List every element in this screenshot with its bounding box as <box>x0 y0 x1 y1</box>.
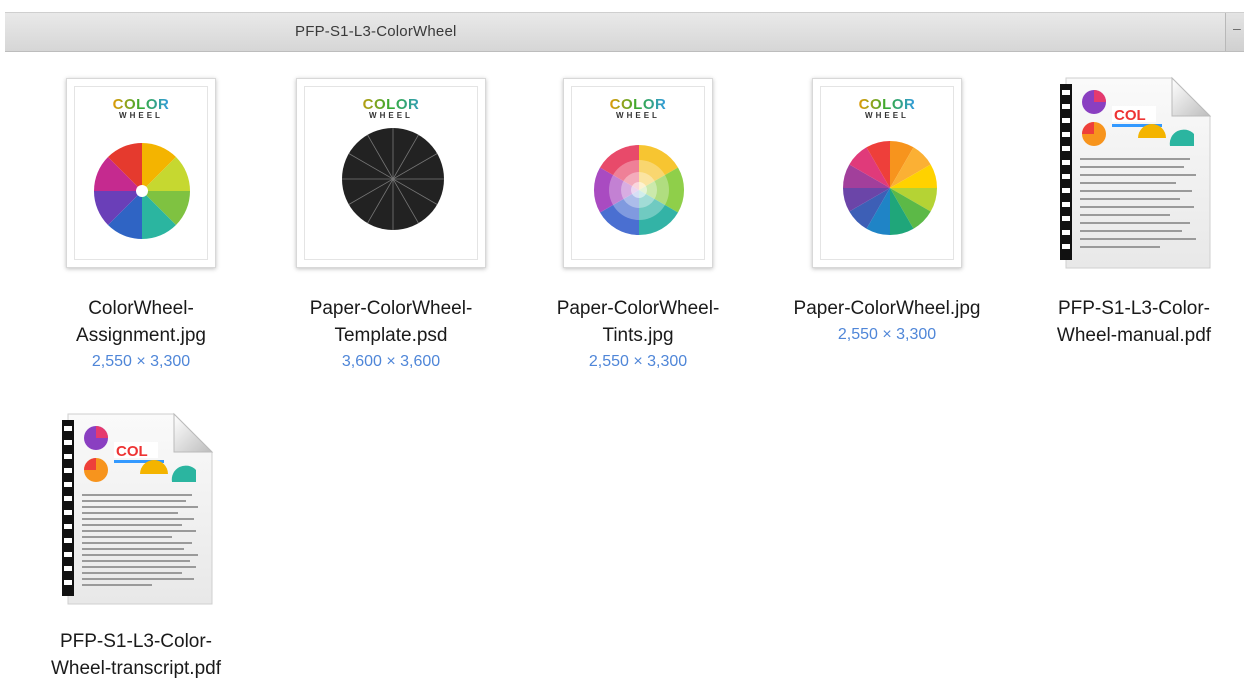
file-name-line1: ColorWheel- <box>88 298 194 319</box>
minus-icon: – <box>1233 20 1241 36</box>
file-dimensions: 2,550 × 3,300 <box>91 353 191 370</box>
blank-wheel-template <box>342 128 444 230</box>
primary-color-wheel <box>843 141 937 235</box>
file-name-line2: Template.psd <box>334 325 448 346</box>
image-thumbnail-icon: COLOR WHEEL <box>296 78 486 268</box>
file-name-line2: Wheel-transcript.pdf <box>50 658 221 679</box>
file-dimensions: 2,550 × 3,300 <box>588 353 688 370</box>
color-wheel-logo: COLOR WHEEL <box>305 97 477 120</box>
window-titlebar: PFP-S1-L3-ColorWheel – <box>5 12 1244 52</box>
color-logo-text: COL <box>116 443 148 460</box>
color-wheel-logo: COLOR WHEEL <box>821 97 953 120</box>
file-dimensions: 2,550 × 3,300 <box>837 326 937 343</box>
file-name-line2: Wheel-manual.pdf <box>1056 325 1212 346</box>
tints-color-wheel <box>593 144 685 236</box>
file-dimensions: 3,600 × 3,600 <box>341 353 441 370</box>
pdf-document-icon: COL <box>62 412 214 605</box>
file-name-line1: Paper-ColorWheel.jpg <box>793 298 981 319</box>
color-logo-text: COL <box>1114 107 1146 124</box>
window-control[interactable]: – <box>1225 13 1244 51</box>
image-thumbnail-icon: COLOR WHEEL <box>812 78 962 268</box>
photo-color-wheel <box>93 142 191 240</box>
file-name-line2: Tints.jpg <box>602 325 674 346</box>
pdf-document-icon: COL <box>1060 76 1212 269</box>
file-name-line1: PFP-S1-L3-Color- <box>1057 298 1211 319</box>
file-name-line1: Paper-ColorWheel- <box>556 298 720 319</box>
file-name-line2: Assignment.jpg <box>76 325 206 346</box>
color-wheel-logo: COLOR WHEEL <box>75 97 207 120</box>
file-name-line1: Paper-ColorWheel- <box>309 298 473 319</box>
window-title: PFP-S1-L3-ColorWheel <box>295 23 457 40</box>
file-name-line1: PFP-S1-L3-Color- <box>59 631 213 652</box>
image-thumbnail-icon: COLOR WHEEL <box>563 78 713 268</box>
image-thumbnail-icon: COLOR WHEEL <box>66 78 216 268</box>
color-wheel-logo: COLOR WHEEL <box>572 97 704 120</box>
